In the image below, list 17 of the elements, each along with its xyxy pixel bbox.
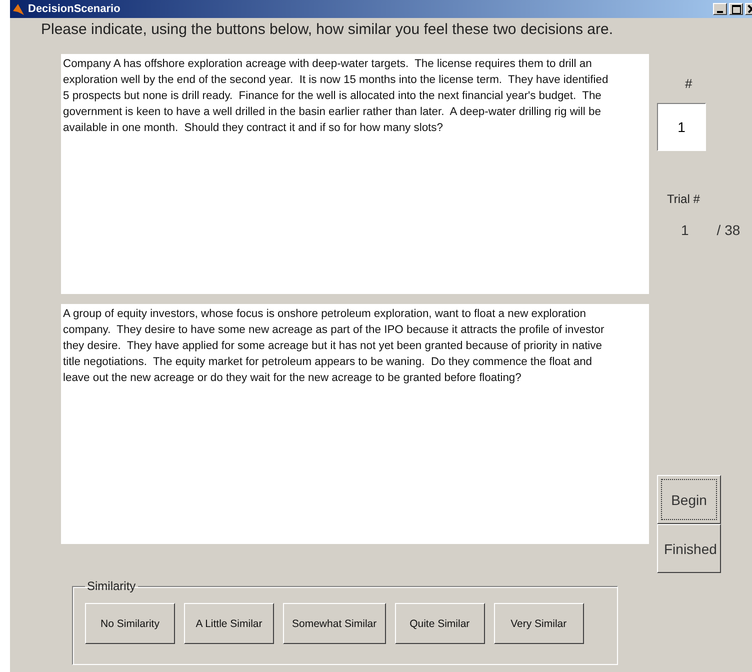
similarity-button[interactable]: Quite Similar (394, 603, 485, 644)
trial-label: Trial # (667, 192, 700, 206)
number-field[interactable]: 1 (657, 103, 706, 151)
instruction-text: Please indicate, using the buttons below, how similar you feel these two decisions are. (41, 21, 614, 38)
similarity-button[interactable]: Very Similar (494, 603, 584, 644)
number-label: # (685, 76, 692, 91)
similarity-button[interactable]: Somewhat Similar (283, 603, 386, 644)
side-button[interactable]: Begin (657, 475, 721, 524)
side-button[interactable]: Finished (657, 524, 721, 573)
similarity-button[interactable]: A Little Similar (184, 603, 274, 644)
window-title: DecisionScenario (28, 3, 120, 15)
trial-current: 1 (681, 222, 689, 238)
scenario-text: A group of equity investors, whose focus is onshore petroleum exploration, want to float a new exploration company. They desire to have some new acreage as part of the IPO because it attracts the profile of investor they desire. They have applied for some acreage but it has not yet been granted because of priority in native title negotiations. The equity market for petroleum appears to be waning. Do they commence the float and leave out the new acreage or do they wait for the new acreage to be granted before floating? (61, 304, 649, 544)
similarity-button[interactable]: No Similarity (85, 603, 175, 644)
scenario-text: Company A has offshore exploration acreage with deep-water targets. The license requires them to drill an exploration well by the end of the second year. It is now 15 months into the license term. They have identified 5 prospects but none is drill ready. Finance for the well is allocated into the next financial year's budget. The government is keen to have a well drilled in the basin earlier rather than later. A deep-water drilling rig will be available in one month. Should they contract it and if so for how many slots? (61, 54, 649, 294)
panel-title: Similarity (86, 579, 137, 593)
trial-total: / 38 (716, 222, 740, 238)
